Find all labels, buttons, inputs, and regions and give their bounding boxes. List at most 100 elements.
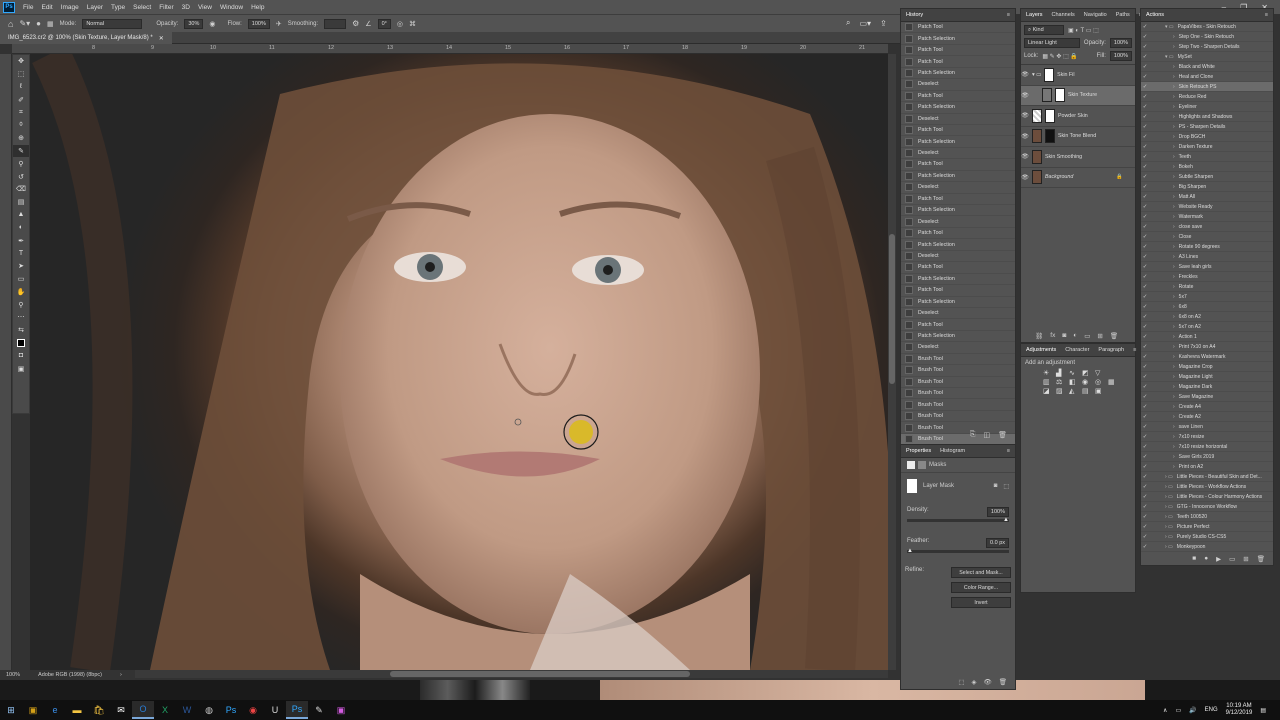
expand-arrow-icon[interactable]: › — [1163, 84, 1175, 90]
scroll-thumb[interactable] — [390, 671, 690, 677]
action-item[interactable]: ✓ › save Linen — [1141, 422, 1273, 432]
expand-arrow-icon[interactable]: › — [1163, 264, 1175, 270]
action-item[interactable]: ✓ › Rotate — [1141, 282, 1273, 292]
shape-tool-icon[interactable]: ▭ — [13, 273, 29, 286]
action-item[interactable]: ✓ › Save Magazine — [1141, 392, 1273, 402]
app-pen-icon[interactable]: ✎ — [308, 701, 330, 719]
action-item[interactable]: ✓ › Big Sharpen — [1141, 182, 1273, 192]
pressure-size-icon[interactable]: ◎ — [397, 20, 403, 28]
action-item[interactable]: ✓ › ▭ Teeth 100520 — [1141, 512, 1273, 522]
layer-opacity-field[interactable]: 100% — [1109, 38, 1132, 48]
action-toggle-check-icon[interactable]: ✓ — [1141, 154, 1149, 160]
brush-settings-icon[interactable]: ▦ — [47, 20, 54, 28]
image-canvas[interactable] — [30, 54, 888, 670]
canvas-vertical-scrollbar[interactable] — [888, 54, 896, 670]
expand-arrow-icon[interactable]: › — [1163, 134, 1175, 140]
history-item[interactable]: Patch Tool — [901, 194, 1015, 205]
canvas-horizontal-scrollbar[interactable] — [30, 670, 888, 678]
action-item[interactable]: ✓ › ▭ Monkeypoon — [1141, 542, 1273, 552]
action-item[interactable]: ✓ › PS - Sharpen Details — [1141, 122, 1273, 132]
set-folder-icon[interactable]: ▾ ▭ — [1163, 24, 1174, 30]
action-item[interactable]: ✓ › Create A4 — [1141, 402, 1273, 412]
history-item[interactable]: Deselect — [901, 182, 1015, 194]
action-item[interactable]: ✓ › Create A2 — [1141, 412, 1273, 422]
history-item[interactable]: Deselect — [901, 79, 1015, 91]
visibility-eye-icon[interactable]: 👁 — [1021, 112, 1029, 119]
history-item[interactable]: Patch Selection — [901, 33, 1015, 45]
action-toggle-check-icon[interactable]: ✓ — [1141, 334, 1149, 340]
panel-menu-icon[interactable]: ≡ — [1007, 12, 1015, 18]
blur-tool-icon[interactable]: ▲ — [13, 209, 29, 222]
new-document-from-state-icon[interactable]: ⎘ — [970, 431, 976, 439]
app-u-icon[interactable]: U — [264, 701, 286, 719]
expand-arrow-icon[interactable]: › — [1163, 254, 1175, 260]
action-item[interactable]: ✓ › 6x8 on A2 — [1141, 312, 1273, 322]
disable-mask-icon[interactable]: 👁 — [983, 678, 991, 686]
action-toggle-check-icon[interactable]: ✓ — [1141, 54, 1149, 60]
expand-arrow-icon[interactable]: › — [1163, 184, 1175, 190]
history-brush-tool-icon[interactable]: ↺ — [13, 170, 29, 183]
delete-mask-icon[interactable]: 🗑 — [999, 678, 1007, 686]
action-toggle-check-icon[interactable]: ✓ — [1141, 244, 1149, 250]
filter-icons[interactable]: ▣ ◐ T ▭ ⬚ — [1068, 27, 1099, 34]
brush-preset-icon[interactable]: ✎▾ — [19, 19, 30, 28]
action-item[interactable]: ✓ › ▭ Little Pieces - Beautiful Skin and D… — [1141, 472, 1273, 482]
action-item[interactable]: ✓ › Magazine Light — [1141, 372, 1273, 382]
action-toggle-check-icon[interactable]: ✓ — [1141, 294, 1149, 300]
selective-color-icon[interactable]: ▣ — [1095, 387, 1107, 395]
action-toggle-check-icon[interactable]: ✓ — [1141, 504, 1149, 510]
new-adjustment-icon[interactable]: ◐ — [1073, 332, 1077, 340]
pressure-opacity-icon[interactable]: ◉ — [209, 20, 215, 28]
action-item[interactable]: ✓ › Rotate 90 degrees — [1141, 242, 1273, 252]
mail-icon[interactable]: ✉ — [110, 701, 132, 719]
action-toggle-check-icon[interactable]: ✓ — [1141, 314, 1149, 320]
action-item[interactable]: ✓ › Kashevra Watermark — [1141, 352, 1273, 362]
action-toggle-check-icon[interactable]: ✓ — [1141, 224, 1149, 230]
action-toggle-check-icon[interactable]: ✓ — [1141, 194, 1149, 200]
start-icon[interactable]: ⊞ — [0, 701, 22, 719]
action-toggle-check-icon[interactable]: ✓ — [1141, 464, 1149, 470]
tab-channels[interactable]: Channels — [1052, 12, 1075, 18]
action-toggle-check-icon[interactable]: ✓ — [1141, 384, 1149, 390]
action-item[interactable]: ✓ › ▭ GTG - Innocence Workflow — [1141, 502, 1273, 512]
expand-arrow-icon[interactable]: › — [1163, 454, 1175, 460]
tab-character[interactable]: Character — [1065, 347, 1089, 353]
history-item[interactable]: Patch Tool — [901, 285, 1015, 297]
edit-toolbar-icon[interactable]: ⋯ — [13, 311, 29, 324]
zoom-tool-icon[interactable]: ⚲ — [13, 298, 29, 311]
hand-tool-icon[interactable]: ✋ — [13, 285, 29, 298]
expand-arrow-icon[interactable]: › — [1163, 194, 1175, 200]
type-tool-icon[interactable]: T — [13, 247, 29, 260]
expand-arrow-icon[interactable]: › — [1163, 314, 1175, 320]
select-and-mask-button[interactable]: Select and Mask... — [951, 567, 1011, 578]
curves-icon[interactable]: ∿ — [1069, 369, 1081, 377]
brightness-icon[interactable]: ☀ — [1043, 369, 1055, 377]
action-toggle-check-icon[interactable]: ✓ — [1141, 64, 1149, 70]
expand-arrow-icon[interactable]: › — [1163, 74, 1175, 80]
action-item[interactable]: ✓ › Bokeh — [1141, 162, 1273, 172]
expand-arrow-icon[interactable]: › — [1163, 164, 1175, 170]
action-item[interactable]: ✓ › 7x10 resize — [1141, 432, 1273, 442]
flow-field[interactable]: 100% — [247, 18, 270, 29]
tab-histogram[interactable]: Histogram — [940, 448, 965, 454]
history-item[interactable]: Brush Tool — [901, 388, 1015, 400]
delete-layer-icon[interactable]: 🗑 — [1110, 332, 1118, 340]
action-item[interactable]: ✓ › ▭ Little Pieces - Colour Harmony Actio… — [1141, 492, 1273, 502]
action-toggle-check-icon[interactable]: ✓ — [1141, 164, 1149, 170]
menu-image[interactable]: Image — [57, 4, 83, 11]
threshold-icon[interactable]: ◭ — [1069, 387, 1081, 395]
color-balance-icon[interactable]: ⚖ — [1056, 378, 1068, 386]
notifications-icon[interactable]: ▤ — [1260, 707, 1266, 714]
expand-arrow-icon[interactable]: › — [1163, 324, 1175, 330]
expand-arrow-icon[interactable]: › — [1163, 44, 1175, 50]
lock-icons[interactable]: ▦ ✎ ✥ ⬚ 🔒 — [1042, 53, 1078, 60]
action-toggle-check-icon[interactable]: ✓ — [1141, 234, 1149, 240]
levels-icon[interactable]: ▟ — [1056, 369, 1068, 377]
expand-arrow-icon[interactable]: › — [1163, 344, 1175, 350]
expand-arrow-icon[interactable]: › — [1163, 274, 1175, 280]
action-toggle-check-icon[interactable]: ✓ — [1141, 414, 1149, 420]
layer-style-icon[interactable]: fx — [1050, 332, 1055, 340]
action-toggle-check-icon[interactable]: ✓ — [1141, 94, 1149, 100]
action-toggle-check-icon[interactable]: ✓ — [1141, 254, 1149, 260]
action-item[interactable]: ✓ › Save leah girls — [1141, 262, 1273, 272]
